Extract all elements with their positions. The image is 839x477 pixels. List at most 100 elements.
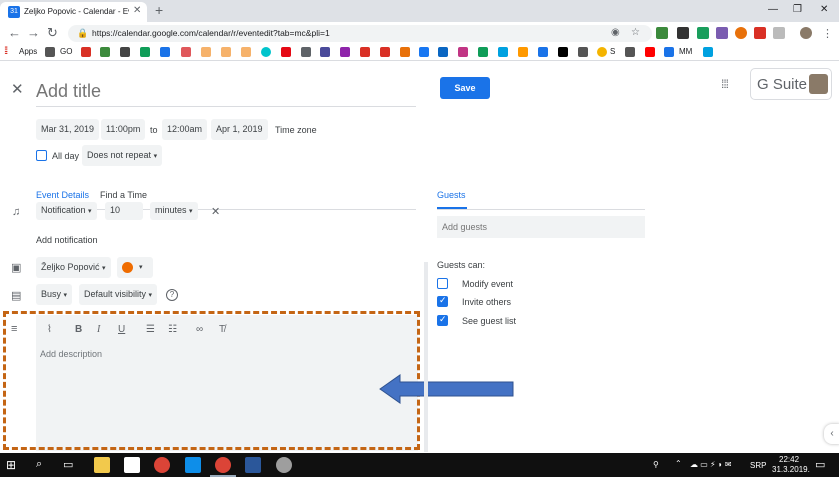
tab-close-icon[interactable]: ✕	[133, 5, 141, 16]
modify-event-checkbox[interactable]	[437, 278, 448, 289]
reload-icon[interactable]: ↻	[47, 25, 58, 41]
extension-shield-icon[interactable]	[677, 27, 689, 39]
start-time-picker[interactable]: 11:00pm	[101, 119, 146, 140]
bookmark-cyan-icon[interactable]	[498, 47, 508, 57]
start-date-picker[interactable]: Mar 31, 2019	[36, 119, 100, 140]
facebook-icon[interactable]	[419, 47, 429, 57]
app-icon[interactable]	[276, 457, 292, 473]
time-zone-link[interactable]: Time zone	[275, 125, 317, 135]
bookmark-gray-icon[interactable]	[301, 47, 311, 57]
task-view-icon[interactable]: ▭	[63, 458, 73, 471]
bookmark-orange-icon[interactable]	[400, 47, 410, 57]
bookmark-screen-icon[interactable]	[625, 47, 635, 57]
menu-kebab-icon[interactable]: ⋮	[822, 27, 833, 40]
bookmark-v-icon[interactable]	[703, 47, 713, 57]
linkedin-icon[interactable]	[438, 47, 448, 57]
bookmark-yellow3-icon[interactable]	[241, 47, 251, 57]
tray-icons[interactable]: ☁ ▭ ⚡ ◗ ✉	[690, 460, 732, 469]
tab-find-a-time[interactable]: Find a Time	[100, 190, 147, 200]
notifications-icon[interactable]: ▭	[815, 458, 825, 471]
extension-asana-icon[interactable]	[716, 27, 728, 39]
event-title-input[interactable]	[36, 77, 416, 107]
extension-orange-icon[interactable]	[735, 27, 747, 39]
extension-download-icon[interactable]	[656, 27, 668, 39]
chrome-profile-icon[interactable]	[215, 457, 231, 473]
bookmark-circle-icon[interactable]	[320, 47, 330, 57]
search-icon[interactable]: ⌕	[36, 458, 42, 471]
amazon-icon[interactable]	[518, 47, 528, 57]
back-icon[interactable]: ←	[8, 25, 21, 40]
help-icon[interactable]: ?	[166, 289, 178, 301]
drive-icon[interactable]	[140, 47, 150, 57]
remove-notification-icon[interactable]: ✕	[211, 205, 220, 218]
clock-time[interactable]: 22:42	[779, 455, 799, 464]
notification-type-dropdown[interactable]: Notification ▾	[36, 202, 97, 220]
all-day-checkbox[interactable]	[36, 150, 47, 161]
close-icon[interactable]: ✕	[11, 80, 24, 98]
repeat-dropdown[interactable]: Does not repeat ▾	[82, 145, 163, 166]
bookmark-doc-icon[interactable]	[45, 47, 55, 57]
canva-icon[interactable]	[261, 47, 271, 57]
invite-others-checkbox[interactable]	[437, 295, 448, 307]
scrollbar[interactable]	[424, 262, 428, 452]
bookmark-s-icon[interactable]	[597, 47, 607, 57]
side-panel-toggle-icon[interactable]: ‹	[824, 424, 839, 444]
mail-icon[interactable]	[124, 457, 140, 473]
gmail-icon[interactable]	[81, 47, 91, 57]
word-icon[interactable]	[245, 457, 261, 473]
file-explorer-icon[interactable]	[94, 457, 110, 473]
notification-unit-dropdown[interactable]: minutes ▾	[150, 202, 198, 220]
bookmark-doc2-icon[interactable]	[578, 47, 588, 57]
view-icon[interactable]: ◉	[611, 27, 620, 38]
minimize-button[interactable]: —	[768, 4, 778, 15]
bookmark-dark-icon[interactable]	[120, 47, 130, 57]
extension-check-icon[interactable]	[697, 27, 709, 39]
window-close-button[interactable]: ✕	[820, 4, 828, 15]
chrome-icon[interactable]	[154, 457, 170, 473]
add-notification-link[interactable]: Add notification	[36, 235, 98, 245]
netflix-icon[interactable]	[281, 47, 291, 57]
bookmark-red2-icon[interactable]	[380, 47, 390, 57]
windows-start-icon[interactable]: ⊞	[6, 458, 16, 472]
bookmark-check-icon[interactable]	[478, 47, 488, 57]
notification-amount-input[interactable]: 10	[105, 202, 143, 220]
bookmark-purple-icon[interactable]	[340, 47, 350, 57]
calendar-owner-dropdown[interactable]: Željko Popović ▾	[36, 257, 111, 278]
bookmark-go[interactable]: GO	[60, 47, 72, 56]
calendar-icon[interactable]	[160, 47, 170, 57]
extension-gray-icon[interactable]	[773, 27, 785, 39]
clock-date[interactable]: 31.3.2019.	[772, 465, 810, 474]
youtube-icon[interactable]	[645, 47, 655, 57]
people-icon[interactable]: ⚲	[653, 460, 659, 469]
new-tab-button[interactable]: +	[155, 2, 163, 18]
availability-dropdown[interactable]: Busy ▾	[36, 284, 73, 305]
bookmark-arrow-icon[interactable]	[664, 47, 674, 57]
extension-red-icon[interactable]	[754, 27, 766, 39]
bookmark-apps[interactable]: Apps	[19, 47, 37, 56]
google-apps-icon[interactable]: ⁞⁞⁞	[721, 77, 729, 91]
address-bar[interactable]: 🔒 https://calendar.google.com/calendar/r…	[68, 25, 652, 42]
end-date-picker[interactable]: Apr 1, 2019	[211, 119, 268, 140]
visibility-dropdown[interactable]: Default visibility ▾	[79, 284, 158, 305]
see-guest-list-checkbox[interactable]	[437, 314, 448, 326]
bookmark-red-icon[interactable]	[360, 47, 370, 57]
tab-event-details[interactable]: Event Details	[36, 190, 89, 200]
bookmark-yellow2-icon[interactable]	[221, 47, 231, 57]
tray-chevron-icon[interactable]: ⌃	[675, 459, 682, 468]
end-time-picker[interactable]: 12:00am	[162, 119, 208, 140]
asana-icon[interactable]	[181, 47, 191, 57]
add-guests-input[interactable]	[437, 216, 645, 238]
bookmark-s[interactable]: S	[610, 47, 615, 56]
bookmark-mm[interactable]: MM	[679, 47, 692, 56]
forward-icon[interactable]: →	[27, 25, 40, 40]
language-indicator[interactable]: SRP	[750, 461, 766, 470]
gsuite-account[interactable]: G Suite	[750, 68, 832, 100]
bookmark-yellow-icon[interactable]	[201, 47, 211, 57]
bookmark-green-icon[interactable]	[100, 47, 110, 57]
bookmark-blue-icon[interactable]	[538, 47, 548, 57]
profile-avatar[interactable]	[800, 27, 812, 39]
notion-icon[interactable]	[558, 47, 568, 57]
bookmark-star-icon[interactable]: ☆	[631, 27, 640, 38]
browser-tab[interactable]: 31 Zeljko Popovic - Calendar - Event ✕	[0, 2, 147, 22]
teamviewer-icon[interactable]	[185, 457, 201, 473]
